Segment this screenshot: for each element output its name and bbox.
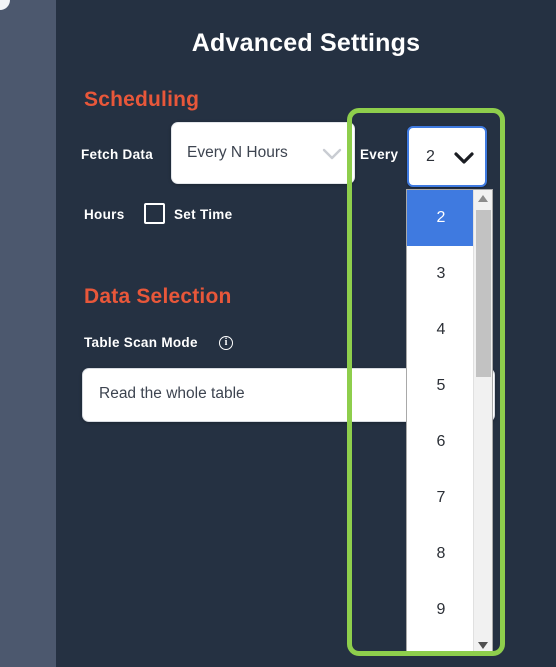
dropdown-option[interactable]: 3 bbox=[407, 246, 475, 302]
scroll-down-arrow-icon[interactable] bbox=[474, 637, 492, 654]
table-scan-mode-value: Read the whole table bbox=[99, 385, 245, 402]
set-time-checkbox[interactable] bbox=[144, 203, 165, 224]
scrollbar-thumb[interactable] bbox=[476, 210, 491, 377]
dropdown-option[interactable]: 6 bbox=[407, 414, 475, 470]
dropdown-option[interactable]: 2 bbox=[407, 190, 475, 246]
dropdown-option[interactable]: 9 bbox=[407, 582, 475, 638]
left-sidebar-rail bbox=[0, 0, 56, 667]
chevron-down-icon bbox=[322, 148, 342, 166]
chevron-down-icon bbox=[453, 151, 475, 171]
every-dropdown-list[interactable]: 23456789 bbox=[406, 189, 493, 655]
app-window: Advanced Settings Scheduling Fetch Data … bbox=[0, 0, 556, 667]
info-icon[interactable]: i bbox=[219, 336, 233, 350]
dropdown-option[interactable]: 7 bbox=[407, 470, 475, 526]
every-value: 2 bbox=[426, 148, 435, 165]
rail-corner-notch bbox=[0, 0, 10, 10]
fetch-data-label: Fetch Data bbox=[81, 147, 154, 162]
fetch-data-select[interactable]: Every N Hours bbox=[171, 122, 355, 184]
table-scan-mode-label: Table Scan Mode bbox=[84, 335, 198, 350]
dropdown-option[interactable]: 5 bbox=[407, 358, 475, 414]
section-heading-data-selection: Data Selection bbox=[84, 285, 232, 308]
set-time-label: Set Time bbox=[174, 207, 233, 222]
dropdown-options: 23456789 bbox=[407, 190, 475, 638]
every-select[interactable]: 2 bbox=[407, 126, 487, 187]
page-title: Advanced Settings bbox=[191, 29, 421, 57]
dropdown-scrollbar[interactable] bbox=[473, 190, 492, 654]
scroll-up-arrow-icon[interactable] bbox=[474, 190, 492, 207]
every-label: Every bbox=[360, 147, 399, 162]
hours-unit-label: Hours bbox=[84, 207, 125, 222]
dropdown-option[interactable]: 8 bbox=[407, 526, 475, 582]
dropdown-option[interactable]: 4 bbox=[407, 302, 475, 358]
fetch-data-value: Every N Hours bbox=[187, 144, 288, 161]
section-heading-scheduling: Scheduling bbox=[84, 88, 200, 111]
